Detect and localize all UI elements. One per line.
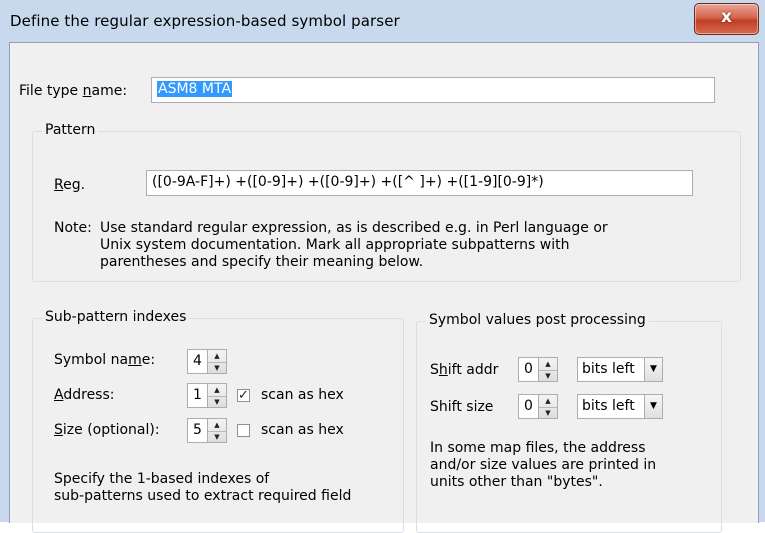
size-label: Size (optional): xyxy=(54,422,160,438)
close-icon: x xyxy=(721,7,732,27)
note-line-1: Use standard regular expression, as is d… xyxy=(100,220,608,236)
file-type-label: File type name: xyxy=(19,83,128,99)
postproc-note-line-2: and/or size values are printed in xyxy=(430,457,657,473)
size-spin-buttons[interactable]: ▲ ▼ xyxy=(208,418,227,443)
note-line-3: parentheses and specify their meaning be… xyxy=(100,254,424,270)
symbol-name-spin-buttons[interactable]: ▲ ▼ xyxy=(208,349,227,374)
help-line-2: sub-patterns used to extract required fi… xyxy=(54,488,352,504)
shift-size-unit-value: bits left xyxy=(582,398,635,414)
size-scan-hex-label: scan as hex xyxy=(261,422,344,438)
symbol-name-value[interactable]: 4 xyxy=(187,349,208,374)
dialog-window: Define the regular expression-based symb… xyxy=(0,0,765,533)
regex-input[interactable]: ([0-9A-F]+) +([0-9]+) +([0-9]+) +([^ ]+)… xyxy=(146,170,693,196)
pattern-group: Pattern Reg. ([0-9A-F]+) +([0-9]+) +([0-… xyxy=(32,122,741,282)
size-value[interactable]: 5 xyxy=(187,418,208,443)
chevron-down-icon[interactable]: ▼ xyxy=(644,358,662,381)
address-label: Address: xyxy=(54,387,115,403)
dialog-client-area: File type name: ASM8 MTA Pattern Reg. ([… xyxy=(9,42,759,533)
down-arrow-icon[interactable]: ▼ xyxy=(539,407,557,419)
postproc-group: Symbol values post processing Shift addr… xyxy=(416,312,722,533)
note-label: Note: xyxy=(54,220,92,236)
postproc-legend: Symbol values post processing xyxy=(426,312,649,328)
down-arrow-icon[interactable]: ▼ xyxy=(208,396,226,408)
down-arrow-icon[interactable]: ▼ xyxy=(208,362,226,374)
symbol-name-spinner[interactable]: 4 ▲ ▼ xyxy=(187,349,227,374)
close-button[interactable]: x xyxy=(694,3,759,35)
postproc-note-line-3: units other than "bytes". xyxy=(430,474,603,490)
shift-addr-unit-value: bits left xyxy=(582,361,635,377)
window-title: Define the regular expression-based symb… xyxy=(10,12,400,30)
symbol-name-label: Symbol name: xyxy=(54,352,156,368)
subpattern-legend: Sub-pattern indexes xyxy=(42,309,190,325)
shift-size-unit-select[interactable]: bits left ▼ xyxy=(577,394,663,419)
postproc-note-line-1: In some map files, the address xyxy=(430,440,646,456)
shift-addr-spin-buttons[interactable]: ▲ ▼ xyxy=(539,357,558,382)
subpattern-group: Sub-pattern indexes Symbol name: 4 ▲ ▼ A… xyxy=(32,309,404,533)
shift-size-spinner[interactable]: 0 ▲ ▼ xyxy=(518,394,558,419)
address-spin-buttons[interactable]: ▲ ▼ xyxy=(208,383,227,408)
shift-addr-label: Shift addr xyxy=(430,362,499,378)
checkmark-icon: ✓ xyxy=(238,388,249,403)
size-scan-hex-checkbox[interactable] xyxy=(237,424,250,437)
shift-size-label: Shift size xyxy=(430,399,494,415)
pattern-legend: Pattern xyxy=(42,122,99,138)
address-spinner[interactable]: 1 ▲ ▼ xyxy=(187,383,227,408)
address-scan-hex-label: scan as hex xyxy=(261,387,344,403)
address-scan-hex-checkbox[interactable]: ✓ xyxy=(237,389,250,402)
note-line-2: Unix system documentation. Mark all appr… xyxy=(100,237,570,253)
shift-addr-spinner[interactable]: 0 ▲ ▼ xyxy=(518,357,558,382)
size-spinner[interactable]: 5 ▲ ▼ xyxy=(187,418,227,443)
reg-label: Reg. xyxy=(54,177,86,193)
file-type-name-input[interactable]: ASM8 MTA xyxy=(151,77,715,103)
down-arrow-icon[interactable]: ▼ xyxy=(208,431,226,443)
file-type-name-value: ASM8 MTA xyxy=(157,81,233,97)
shift-size-spin-buttons[interactable]: ▲ ▼ xyxy=(539,394,558,419)
title-bar[interactable]: Define the regular expression-based symb… xyxy=(0,0,765,42)
shift-addr-unit-select[interactable]: bits left ▼ xyxy=(577,357,663,382)
down-arrow-icon[interactable]: ▼ xyxy=(539,370,557,382)
help-line-1: Specify the 1-based indexes of xyxy=(54,471,270,487)
shift-size-value[interactable]: 0 xyxy=(518,394,539,419)
shift-addr-value[interactable]: 0 xyxy=(518,357,539,382)
address-value[interactable]: 1 xyxy=(187,383,208,408)
chevron-down-icon[interactable]: ▼ xyxy=(644,395,662,418)
